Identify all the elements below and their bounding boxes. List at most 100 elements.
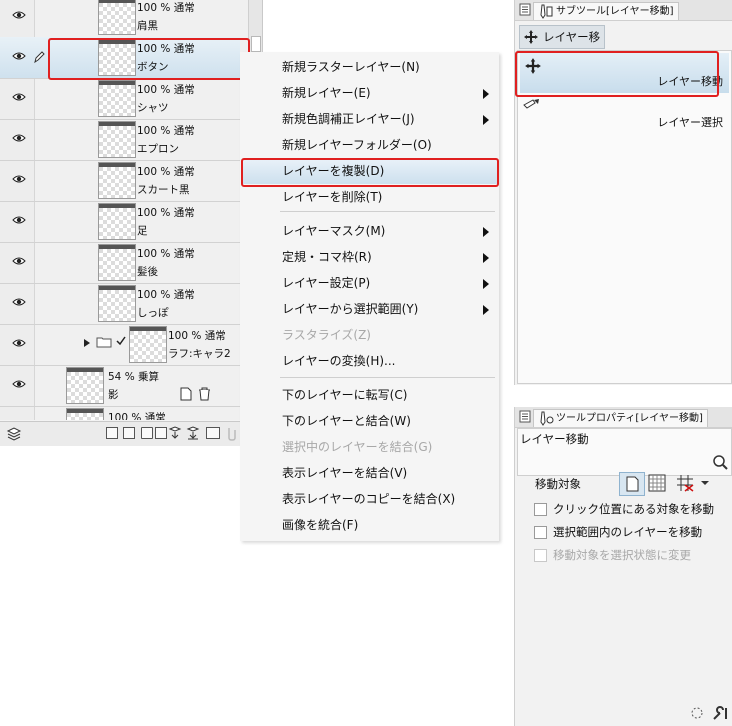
layer-name: ボタン xyxy=(137,61,169,73)
tool-name: レイヤー移動 xyxy=(520,432,589,446)
layer-name: 髪後 xyxy=(137,266,158,278)
tool-property-header: レイヤー移動 xyxy=(517,428,732,476)
option-label-selection-layers: 選択範囲内のレイヤーを移動 xyxy=(553,525,703,539)
eye-icon[interactable] xyxy=(12,51,26,61)
toolprop-tabbar: ツールプロパティ[レイヤー移動] xyxy=(515,407,732,428)
menu-item[interactable]: 新規色調補正レイヤー(J) xyxy=(242,106,497,132)
menu-item[interactable]: レイヤーを複製(D) xyxy=(242,158,497,184)
eye-icon[interactable] xyxy=(12,10,26,20)
check-icon[interactable] xyxy=(116,336,126,349)
layer-name: 肩黒 xyxy=(137,20,158,32)
tab-subtool[interactable]: サブツール[レイヤー移動] xyxy=(533,2,679,20)
menu-item-label: 選択中のレイヤーを結合(G) xyxy=(282,440,433,454)
layer-blend-info: 100 % 通常 xyxy=(108,412,166,420)
eye-icon[interactable] xyxy=(12,297,26,307)
reset-icon[interactable] xyxy=(689,705,705,724)
layer-row[interactable]: 100 % 通常 ラフ:キャラ2 xyxy=(0,324,240,366)
menu-item[interactable]: 選択中のレイヤーを結合(G) xyxy=(242,434,497,460)
menu-item[interactable]: 下のレイヤーと結合(W) xyxy=(242,408,497,434)
layer-blend-info: 100 % 通常 xyxy=(137,207,195,219)
clip-icon[interactable] xyxy=(226,426,238,444)
eye-icon[interactable] xyxy=(12,338,26,348)
menu-item[interactable]: レイヤーから選択範囲(Y) xyxy=(242,296,497,322)
menu-item-label: 新規色調補正レイヤー(J) xyxy=(282,112,415,126)
layer-row[interactable]: 100 % 通常 しっぽ xyxy=(0,283,240,325)
menu-item[interactable]: 新規レイヤーフォルダー(O) xyxy=(242,132,497,158)
menu-item[interactable]: 新規レイヤー(E) xyxy=(242,80,497,106)
layer-blend-info: 100 % 通常 xyxy=(137,125,195,137)
menu-item-label: レイヤー設定(P) xyxy=(282,276,371,290)
layer-list: 100 % 通常 肩黒 100 % 通常 ボタン 100 % 通常 シャツ 100 % 通常… xyxy=(0,0,248,420)
tool-item-layer-select[interactable]: レイヤー選択 xyxy=(520,94,729,134)
move-target-layer-button[interactable] xyxy=(619,472,645,496)
layer-blend-info: 100 % 通常 xyxy=(168,330,226,342)
menu-item[interactable]: 下のレイヤーに転写(C) xyxy=(242,382,497,408)
menu-item[interactable]: 新規ラスターレイヤー(N) xyxy=(242,54,497,80)
submenu-arrow-icon xyxy=(483,227,489,237)
new-vector-layer-icon[interactable] xyxy=(123,427,135,439)
menu-item[interactable]: ラスタライズ(Z) xyxy=(242,322,497,348)
menu-item[interactable]: レイヤーマスク(M) xyxy=(242,218,497,244)
menu-item[interactable]: 画像を統合(F) xyxy=(242,512,497,538)
layer-row[interactable]: 100 % 通常 ボタン xyxy=(0,37,240,79)
layer-name: 足 xyxy=(137,225,148,237)
menu-item[interactable]: レイヤーの変換(H)... xyxy=(242,348,497,374)
menu-item[interactable]: 表示レイヤーを結合(V) xyxy=(242,460,497,486)
layer-row[interactable]: 100 % 通常 エプロン xyxy=(0,119,240,161)
settings-wrench-icon[interactable] xyxy=(711,705,729,724)
layer-row[interactable]: 100 % 通常 肩黒 xyxy=(0,0,240,38)
eye-icon[interactable] xyxy=(12,92,26,102)
layer-row[interactable]: 100 % 通常 xyxy=(0,406,240,420)
layer-mask-icon[interactable] xyxy=(206,427,220,439)
layer-thumbnail xyxy=(98,285,136,322)
eye-icon[interactable] xyxy=(12,174,26,184)
tool-name-layer-move: レイヤー移動 xyxy=(657,75,723,88)
new-raster-layer-icon[interactable] xyxy=(106,427,118,439)
folder-icon xyxy=(96,336,112,351)
subtool-tab-label: サブツール[レイヤー移動] xyxy=(556,6,674,17)
folder-expand-icon[interactable] xyxy=(83,338,91,351)
layer-name: しっぽ xyxy=(137,307,169,319)
scroll-thumb[interactable] xyxy=(251,36,261,52)
option-checkbox-selection-layers[interactable] xyxy=(534,526,547,539)
new-folder-icon[interactable] xyxy=(141,427,153,439)
panel-menu-icon[interactable] xyxy=(519,3,531,16)
tool-property-tab-label: ツールプロパティ[レイヤー移動] xyxy=(556,413,703,424)
tool-property-panel: ツールプロパティ[レイヤー移動] レイヤー移動 移動対象 クリック位置にある対象… xyxy=(514,407,732,726)
layer-thumbnail xyxy=(98,203,136,240)
eye-icon[interactable] xyxy=(12,256,26,266)
copy-layer-icon[interactable] xyxy=(155,427,167,439)
eye-icon[interactable] xyxy=(12,133,26,143)
menu-item[interactable]: 定規・コマ枠(R) xyxy=(242,244,497,270)
layer-row[interactable]: 100 % 通常足 xyxy=(0,201,240,243)
tool-item-layer-move[interactable]: レイヤー移動 xyxy=(520,53,729,93)
panel-menu-icon[interactable] xyxy=(519,410,531,423)
option-checkbox-click-position[interactable] xyxy=(534,503,547,516)
merge-down-icon[interactable] xyxy=(186,426,200,444)
menu-item[interactable]: レイヤー設定(P) xyxy=(242,270,497,296)
menu-item-label: レイヤーを削除(T) xyxy=(282,190,383,204)
eye-icon[interactable] xyxy=(12,215,26,225)
submenu-arrow-icon xyxy=(483,253,489,263)
layer-row[interactable]: 100 % 通常 スカート黒 xyxy=(0,160,240,202)
layer-toolbar xyxy=(0,421,262,446)
layer-row[interactable]: 100 % 通常 シャツ xyxy=(0,78,240,120)
subtool-footer xyxy=(0,385,218,405)
transfer-down-icon[interactable] xyxy=(168,426,182,444)
move-target-texture-icon[interactable] xyxy=(646,473,668,496)
trash-icon[interactable] xyxy=(198,387,211,404)
zoom-icon[interactable] xyxy=(712,454,728,473)
menu-item[interactable]: 表示レイヤーのコピーを結合(X) xyxy=(242,486,497,512)
subtool-group-button[interactable]: レイヤー移 xyxy=(519,25,605,49)
menu-item[interactable]: レイヤーを削除(T) xyxy=(242,184,497,210)
menu-item-label: 新規レイヤー(E) xyxy=(282,86,371,100)
layer-blend-info: 100 % 通常 xyxy=(137,248,195,260)
layers-icon[interactable] xyxy=(6,426,22,445)
layer-row[interactable]: 100 % 通常 髪後 xyxy=(0,242,240,284)
tab-tool-property[interactable]: ツールプロパティ[レイヤー移動] xyxy=(533,409,708,427)
move-target-ruler-icon[interactable] xyxy=(673,473,713,496)
option-checkbox-select-target[interactable] xyxy=(534,549,547,562)
new-subtool-icon[interactable] xyxy=(180,387,192,404)
layer-thumbnail xyxy=(129,326,167,363)
pen-edit-icon xyxy=(33,50,45,67)
